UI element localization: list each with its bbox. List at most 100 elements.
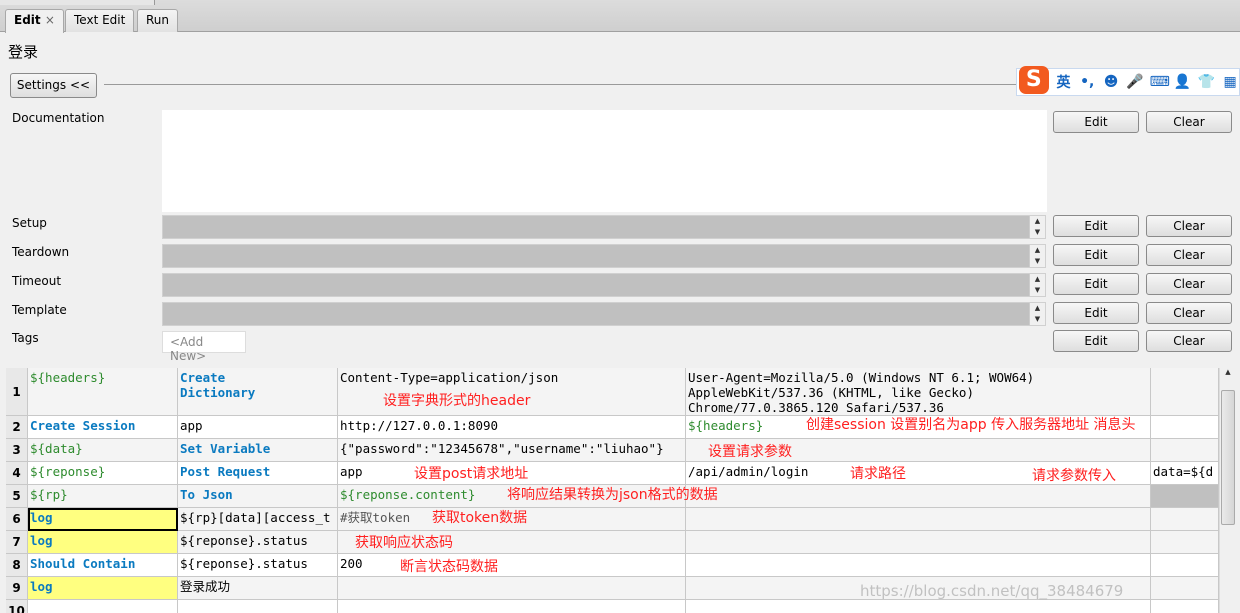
sogou-logo-icon[interactable]: S (1019, 66, 1049, 94)
teardown-edit-button[interactable]: Edit (1053, 244, 1139, 266)
grid-cell[interactable]: To Json (178, 485, 338, 508)
row-header[interactable]: 8 (6, 554, 28, 577)
documentation-field[interactable] (162, 110, 1047, 212)
template-clear-button[interactable]: Clear (1146, 302, 1232, 324)
spinner-icon[interactable]: ▲ ▼ (1029, 216, 1045, 238)
grid-cell[interactable] (1151, 577, 1219, 600)
row-header[interactable]: 3 (6, 439, 28, 462)
row-header[interactable]: 10 (6, 600, 28, 613)
grid-cell[interactable]: ${rp}[data][access_t (178, 508, 338, 531)
setup-field[interactable]: ▲ ▼ (162, 215, 1046, 239)
keyboard-icon[interactable]: ⌨ (1150, 74, 1170, 90)
microphone-icon[interactable]: 🎤 (1126, 74, 1144, 90)
grid-cell[interactable]: ${data} (28, 439, 178, 462)
timeout-label: Timeout (12, 274, 62, 288)
vertical-scrollbar[interactable]: ▲ (1219, 368, 1236, 613)
grid-cell[interactable]: {"password":"12345678","username":"liuha… (338, 439, 686, 462)
setup-clear-button[interactable]: Clear (1146, 215, 1232, 237)
close-icon[interactable]: × (45, 13, 55, 27)
settings-toggle-button[interactable]: Settings << (10, 73, 97, 98)
teardown-field[interactable]: ▲ ▼ (162, 244, 1046, 268)
grid-cell[interactable]: app (178, 416, 338, 439)
grid-cell[interactable] (1151, 554, 1219, 577)
user-icon[interactable]: 👤 (1174, 74, 1192, 90)
documentation-clear-button[interactable]: Clear (1146, 111, 1232, 133)
grid-cell[interactable] (1151, 439, 1219, 462)
emoji-icon[interactable]: ☻ (1102, 74, 1120, 90)
grid-cell[interactable]: User-Agent=Mozilla/5.0 (Windows NT 6.1; … (686, 368, 1151, 416)
row-header[interactable]: 2 (6, 416, 28, 439)
grid-cell[interactable] (1151, 508, 1219, 531)
grid-cell[interactable] (686, 554, 1151, 577)
tags-add-new[interactable]: <Add New> (162, 331, 246, 363)
grid-cell[interactable] (686, 485, 1151, 508)
language-icon[interactable]: 英 (1055, 72, 1073, 92)
scrollbar-thumb[interactable] (1221, 390, 1235, 525)
template-edit-button[interactable]: Edit (1053, 302, 1139, 324)
annotation: 设置字典形式的header (383, 393, 531, 409)
grid-cell[interactable]: Set Variable (178, 439, 338, 462)
tab-edit[interactable]: Edit × (5, 9, 64, 33)
grid-cell[interactable]: log (28, 508, 178, 531)
documentation-edit-button[interactable]: Edit (1053, 111, 1139, 133)
grid-cell[interactable]: ${rp} (28, 485, 178, 508)
grid-cell[interactable] (28, 600, 178, 613)
row-header[interactable]: 7 (6, 531, 28, 554)
grid-cell[interactable] (338, 577, 686, 600)
grid-cell[interactable]: Create Dictionary (178, 368, 338, 416)
grid-cell[interactable]: data=${d (1151, 462, 1219, 485)
row-header[interactable]: 1 (6, 368, 28, 416)
grid-cell[interactable]: 200 (338, 554, 686, 577)
tab-text-edit[interactable]: Text Edit (65, 9, 135, 32)
setup-edit-button[interactable]: Edit (1053, 215, 1139, 237)
grid-cell[interactable] (178, 600, 338, 613)
punctuation-icon[interactable]: •, (1078, 74, 1096, 90)
grid-cell[interactable] (686, 508, 1151, 531)
grid-cell[interactable] (1151, 368, 1219, 416)
row-header[interactable]: 6 (6, 508, 28, 531)
top-strip (0, 0, 155, 5)
annotation: 请求路径 (850, 466, 906, 482)
grid-cell[interactable] (1151, 485, 1219, 508)
grid-cell[interactable] (1151, 600, 1219, 613)
spinner-icon[interactable]: ▲ ▼ (1029, 245, 1045, 267)
scroll-up-icon[interactable]: ▲ (1220, 368, 1236, 376)
spinner-icon[interactable]: ▲ ▼ (1029, 274, 1045, 296)
grid-cell[interactable]: ${headers} (28, 368, 178, 416)
grid-cell[interactable]: log (28, 531, 178, 554)
grid-cell[interactable] (1151, 416, 1219, 439)
timeout-clear-button[interactable]: Clear (1146, 273, 1232, 295)
row-header[interactable]: 5 (6, 485, 28, 508)
grid-cell[interactable] (1151, 531, 1219, 554)
grid-cell[interactable]: Post Request (178, 462, 338, 485)
grid-cell[interactable]: ${reponse} (28, 462, 178, 485)
tab-run[interactable]: Run (137, 9, 179, 32)
template-field[interactable]: ▲ ▼ (162, 302, 1046, 326)
timeout-field[interactable]: ▲ ▼ (162, 273, 1046, 297)
annotation: 获取token数据 (432, 510, 528, 526)
grid-cell[interactable] (686, 531, 1151, 554)
grid-cell[interactable]: ${reponse}.status (178, 554, 338, 577)
grid-cell[interactable]: http://127.0.0.1:8090 (338, 416, 686, 439)
timeout-edit-button[interactable]: Edit (1053, 273, 1139, 295)
grid-cell[interactable]: ${reponse}.status (178, 531, 338, 554)
row-header[interactable]: 9 (6, 577, 28, 600)
ime-toolbar: S 英 •, ☻ 🎤 ⌨ 👤 👕 ▦ (1016, 66, 1240, 96)
grid-cell[interactable]: 登录成功 (178, 577, 338, 600)
documentation-label: Documentation (12, 111, 105, 125)
tags-edit-button[interactable]: Edit (1053, 330, 1139, 352)
tags-clear-button[interactable]: Clear (1146, 330, 1232, 352)
test-steps-grid: 1 ${headers} Create Dictionary Content-Type… (6, 368, 1219, 613)
toolbox-icon[interactable]: ▦ (1221, 74, 1239, 90)
skin-icon[interactable]: 👕 (1197, 74, 1215, 90)
spinner-icon[interactable]: ▲ ▼ (1029, 303, 1045, 325)
grid-cell[interactable]: Should Contain (28, 554, 178, 577)
annotation: 将响应结果转换为json格式的数据 (507, 487, 718, 503)
grid-cell[interactable] (338, 600, 686, 613)
grid-cell[interactable] (686, 600, 1151, 613)
grid-cell[interactable]: Create Session (28, 416, 178, 439)
annotation: 请求参数传入 (1032, 468, 1116, 484)
teardown-clear-button[interactable]: Clear (1146, 244, 1232, 266)
grid-cell[interactable]: log (28, 577, 178, 600)
row-header[interactable]: 4 (6, 462, 28, 485)
